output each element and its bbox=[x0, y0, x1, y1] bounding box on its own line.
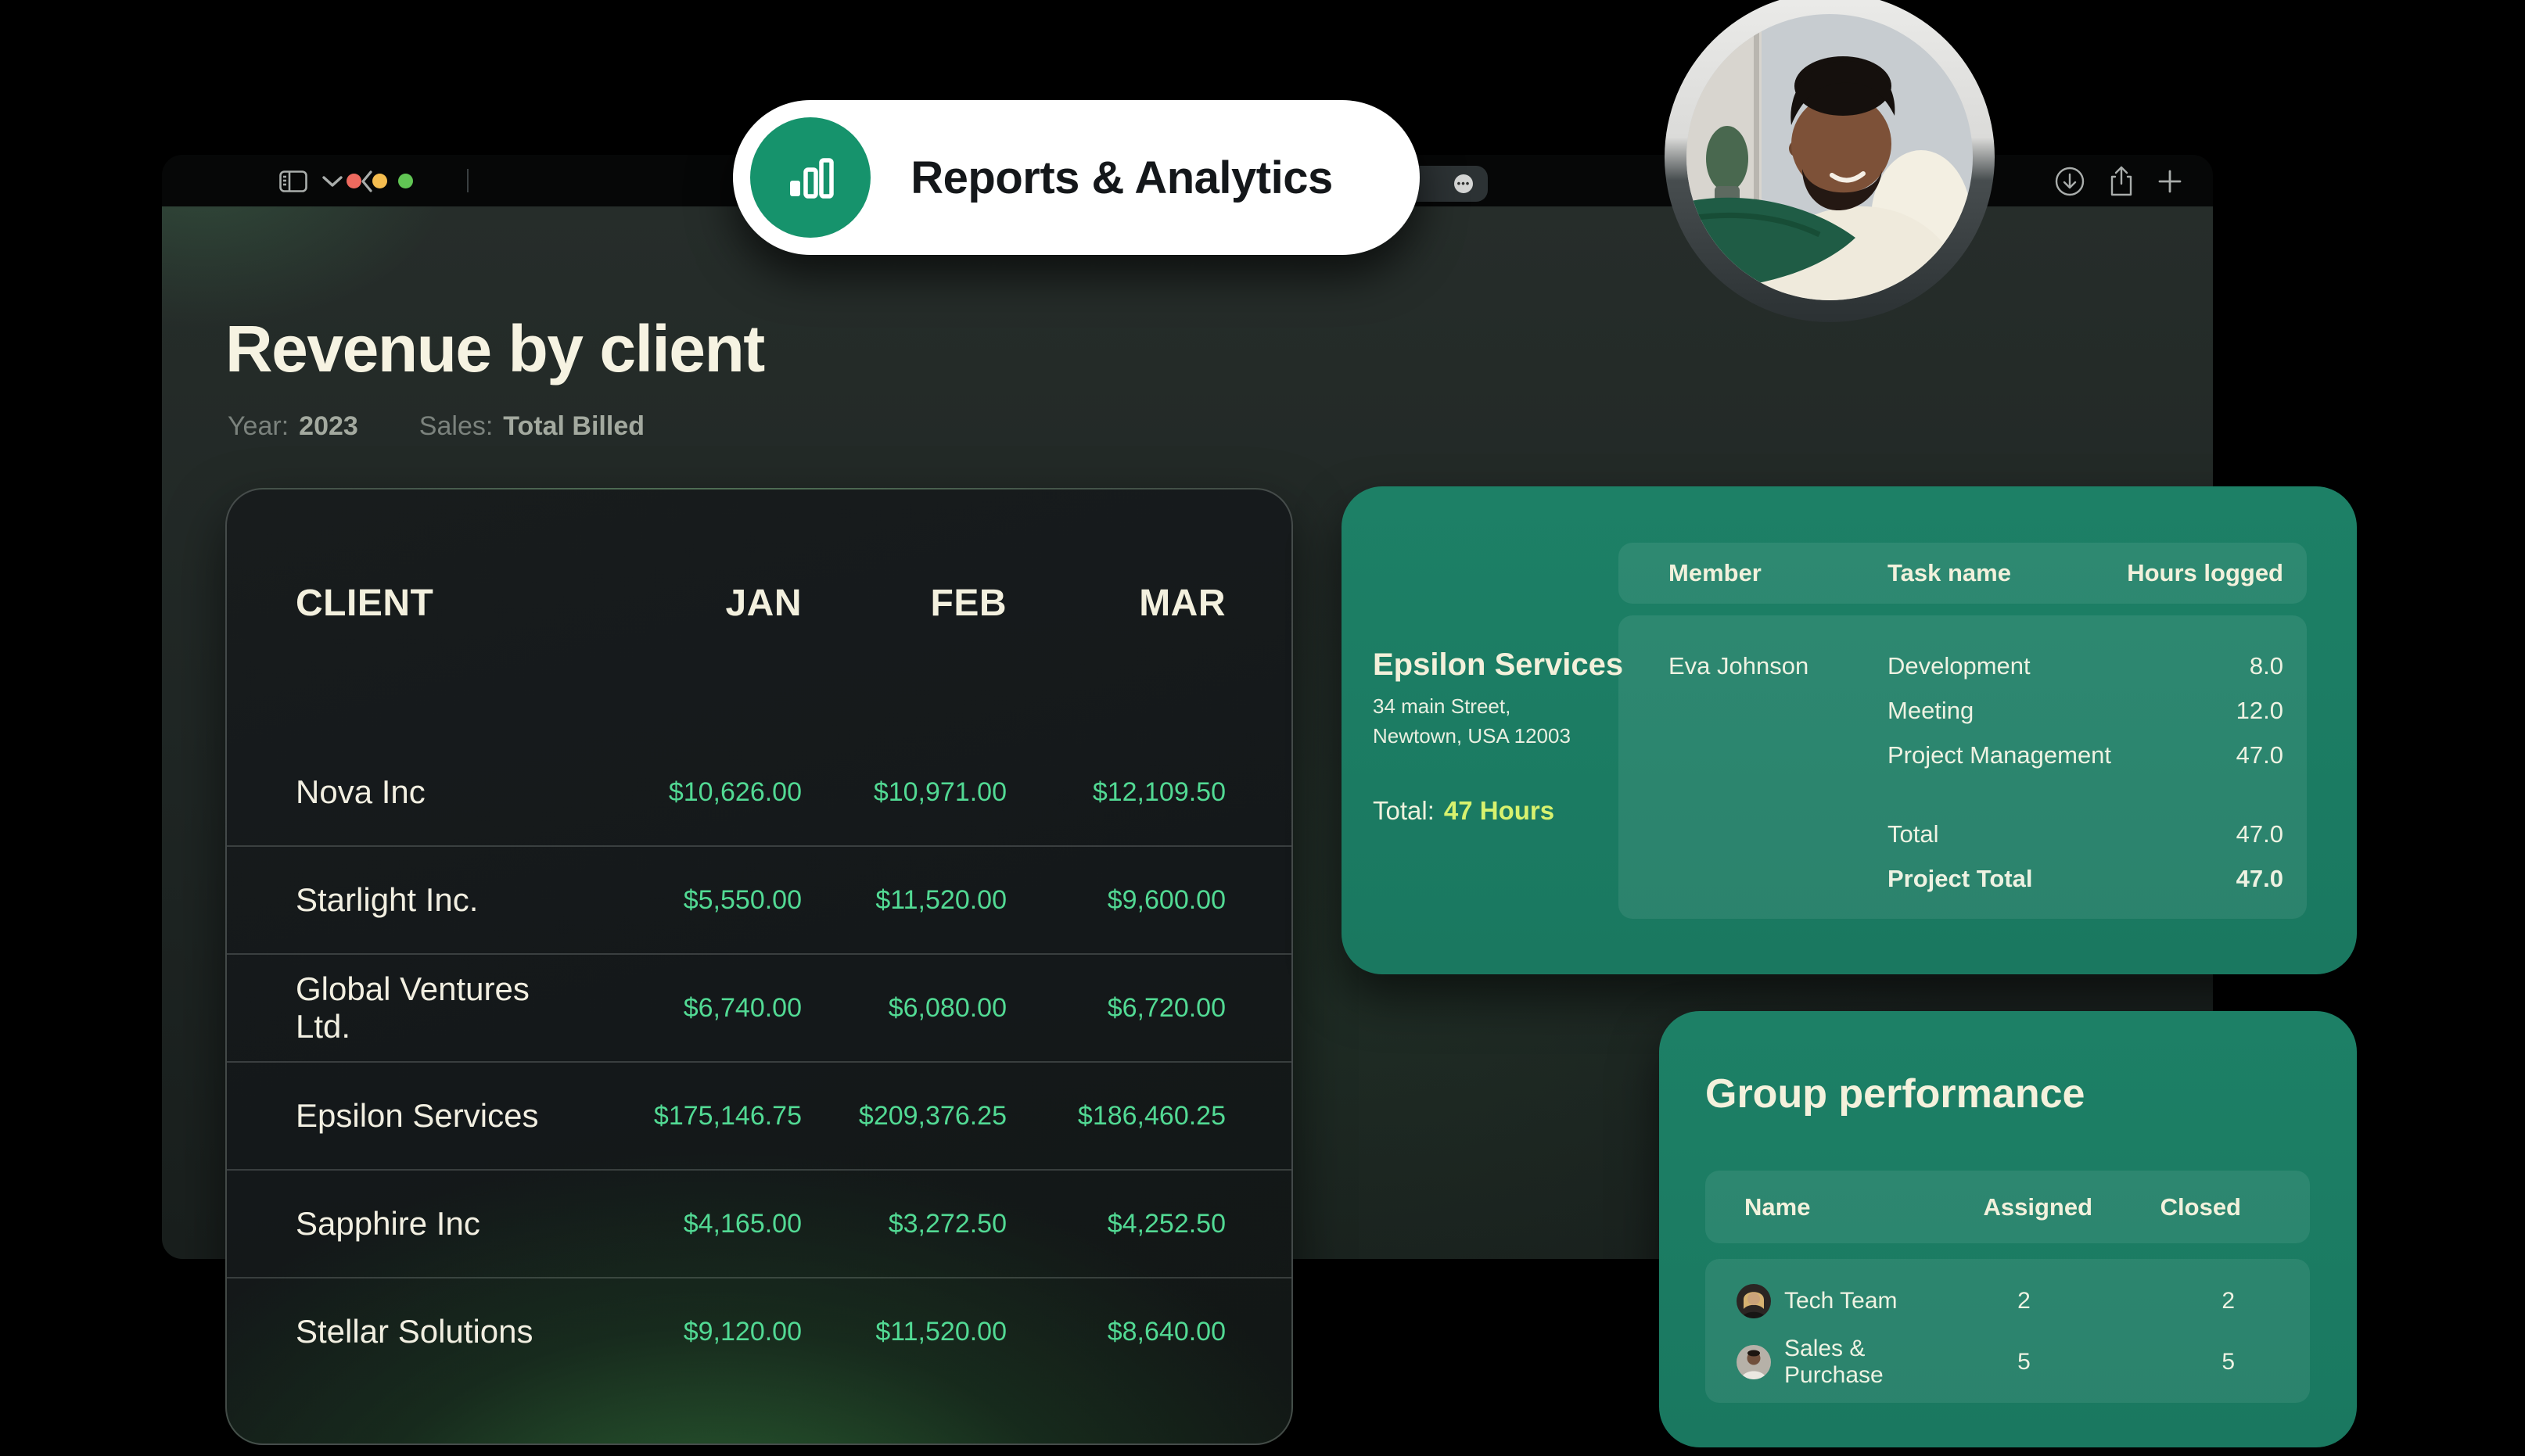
client-name: Global Ventures Ltd. bbox=[296, 970, 591, 1045]
client-name: Epsilon Services bbox=[296, 1097, 591, 1135]
total-hours-label: Total: bbox=[1373, 796, 1435, 826]
new-tab-icon[interactable] bbox=[2153, 164, 2187, 199]
year-filter-label: Year: bbox=[228, 411, 289, 442]
feb-value: $6,080.00 bbox=[802, 993, 1007, 1024]
timesheet-panel: Epsilon Services 34 main Street, Newtown… bbox=[1342, 486, 2357, 974]
col-hours-logged: Hours logged bbox=[2127, 559, 2283, 587]
zoom-button[interactable] bbox=[398, 174, 413, 188]
company-address: 34 main Street, Newtown, USA 12003 bbox=[1373, 691, 1571, 751]
company-name: Epsilon Services bbox=[1373, 647, 1623, 683]
task-hours: 8.0 bbox=[2236, 644, 2283, 688]
reports-tab-pill[interactable]: Reports & Analytics bbox=[733, 100, 1420, 255]
timesheet-body: Eva Johnson Development 8.0 Meeting 12.0… bbox=[1618, 615, 2307, 919]
page-title: Revenue by client bbox=[225, 311, 764, 387]
task-name: Development bbox=[1887, 644, 2236, 688]
jan-value: $6,740.00 bbox=[591, 993, 802, 1024]
back-icon[interactable] bbox=[350, 164, 384, 199]
team-avatar bbox=[1737, 1345, 1771, 1379]
feb-value: $10,971.00 bbox=[802, 777, 1007, 808]
mar-value: $9,600.00 bbox=[1007, 885, 1226, 916]
jan-value: $4,165.00 bbox=[591, 1209, 802, 1239]
avatar-photo bbox=[1686, 14, 1973, 300]
client-name: Sapphire Inc bbox=[296, 1205, 591, 1243]
page-filters: Year: 2023 Sales: Total Billed bbox=[228, 411, 645, 442]
revenue-table-card: CLIENT JAN FEB MAR Nova Inc $10,626.00 $… bbox=[225, 488, 1293, 1445]
col-task-name: Task name bbox=[1887, 559, 2127, 587]
task-name: Project Management bbox=[1887, 733, 2236, 777]
group-performance-body: Tech Team 2 2 Sales & Purchase 5 5 bbox=[1705, 1259, 2310, 1403]
list-item: Tech Team 2 2 bbox=[1737, 1271, 2241, 1332]
col-assigned: Assigned bbox=[1956, 1193, 2092, 1221]
total-row-hours: 47.0 bbox=[2236, 812, 2283, 856]
member-name: Eva Johnson bbox=[1668, 644, 1887, 688]
sales-filter-label: Sales: bbox=[419, 411, 494, 442]
jan-value: $175,146.75 bbox=[591, 1101, 802, 1131]
timesheet-header: Member Task name Hours logged bbox=[1618, 543, 2307, 604]
jan-value: $5,550.00 bbox=[591, 885, 802, 916]
team-avatar bbox=[1737, 1284, 1771, 1318]
col-jan: JAN bbox=[591, 582, 802, 625]
mar-value: $12,109.50 bbox=[1007, 777, 1226, 808]
team-name: Sales & Purchase bbox=[1784, 1336, 1956, 1389]
task-hours: 12.0 bbox=[2236, 688, 2283, 733]
feb-value: $11,520.00 bbox=[802, 885, 1007, 916]
col-member: Member bbox=[1668, 559, 1887, 587]
table-row: Sapphire Inc $4,165.00 $3,272.50 $4,252.… bbox=[227, 1169, 1291, 1277]
mar-value: $186,460.25 bbox=[1007, 1101, 1226, 1131]
col-mar: MAR bbox=[1007, 582, 1226, 625]
mar-value: $6,720.00 bbox=[1007, 993, 1226, 1024]
share-icon[interactable] bbox=[2104, 164, 2139, 199]
col-client: CLIENT bbox=[296, 582, 591, 625]
project-total-label: Project Total bbox=[1887, 856, 2236, 901]
sidebar-toggle-icon[interactable] bbox=[276, 164, 311, 199]
download-icon[interactable] bbox=[2053, 164, 2087, 199]
table-row: Stellar Solutions $9,120.00 $11,520.00 $… bbox=[227, 1277, 1291, 1385]
task-hours: 47.0 bbox=[2236, 733, 2283, 777]
col-name: Name bbox=[1744, 1193, 1956, 1221]
team-name: Tech Team bbox=[1784, 1288, 1898, 1314]
closed-count: 5 bbox=[2092, 1349, 2241, 1375]
list-item: Sales & Purchase 5 5 bbox=[1737, 1332, 2241, 1393]
table-row: Global Ventures Ltd. $6,740.00 $6,080.00… bbox=[227, 953, 1291, 1061]
table-row: Nova Inc $10,626.00 $10,971.00 $12,109.5… bbox=[227, 739, 1291, 845]
total-row-label: Total bbox=[1887, 812, 2236, 856]
profile-avatar[interactable] bbox=[1665, 0, 1995, 322]
col-closed: Closed bbox=[2092, 1193, 2241, 1221]
revenue-table-header: CLIENT JAN FEB MAR bbox=[227, 490, 1291, 625]
task-name: Meeting bbox=[1887, 688, 2236, 733]
assigned-count: 2 bbox=[1956, 1288, 2092, 1314]
mar-value: $4,252.50 bbox=[1007, 1209, 1226, 1239]
client-name: Starlight Inc. bbox=[296, 881, 591, 919]
jan-value: $9,120.00 bbox=[591, 1317, 802, 1347]
mar-value: $8,640.00 bbox=[1007, 1317, 1226, 1347]
closed-count: 2 bbox=[2092, 1288, 2241, 1314]
jan-value: $10,626.00 bbox=[591, 777, 802, 808]
total-hours-value: 47 Hours bbox=[1444, 796, 1554, 826]
client-name: Nova Inc bbox=[296, 773, 591, 811]
sales-filter-value[interactable]: Total Billed bbox=[503, 411, 645, 442]
col-feb: FEB bbox=[802, 582, 1007, 625]
feb-value: $3,272.50 bbox=[802, 1209, 1007, 1239]
chevron-down-icon[interactable] bbox=[315, 164, 350, 199]
group-performance-title: Group performance bbox=[1705, 1070, 2085, 1117]
project-total-hours: 47.0 bbox=[2236, 856, 2283, 901]
address-line-1: 34 main Street, bbox=[1373, 691, 1571, 721]
feb-value: $11,520.00 bbox=[802, 1317, 1007, 1347]
bar-chart-icon bbox=[750, 117, 871, 238]
group-performance-header: Name Assigned Closed bbox=[1705, 1171, 2310, 1243]
assigned-count: 5 bbox=[1956, 1349, 2092, 1375]
group-performance-panel: Group performance Name Assigned Closed T… bbox=[1659, 1011, 2357, 1447]
more-options-icon[interactable]: ••• bbox=[1454, 174, 1473, 193]
client-name: Stellar Solutions bbox=[296, 1313, 591, 1350]
tab-pill-title: Reports & Analytics bbox=[871, 152, 1420, 204]
toolbar-divider bbox=[467, 169, 469, 192]
year-filter-value[interactable]: 2023 bbox=[299, 411, 358, 442]
feb-value: $209,376.25 bbox=[802, 1101, 1007, 1131]
revenue-table-body: Nova Inc $10,626.00 $10,971.00 $12,109.5… bbox=[227, 739, 1291, 1385]
total-hours: Total: 47 Hours bbox=[1373, 796, 1554, 826]
address-line-2: Newtown, USA 12003 bbox=[1373, 721, 1571, 751]
table-row: Starlight Inc. $5,550.00 $11,520.00 $9,6… bbox=[227, 845, 1291, 953]
table-row: Epsilon Services $175,146.75 $209,376.25… bbox=[227, 1061, 1291, 1169]
